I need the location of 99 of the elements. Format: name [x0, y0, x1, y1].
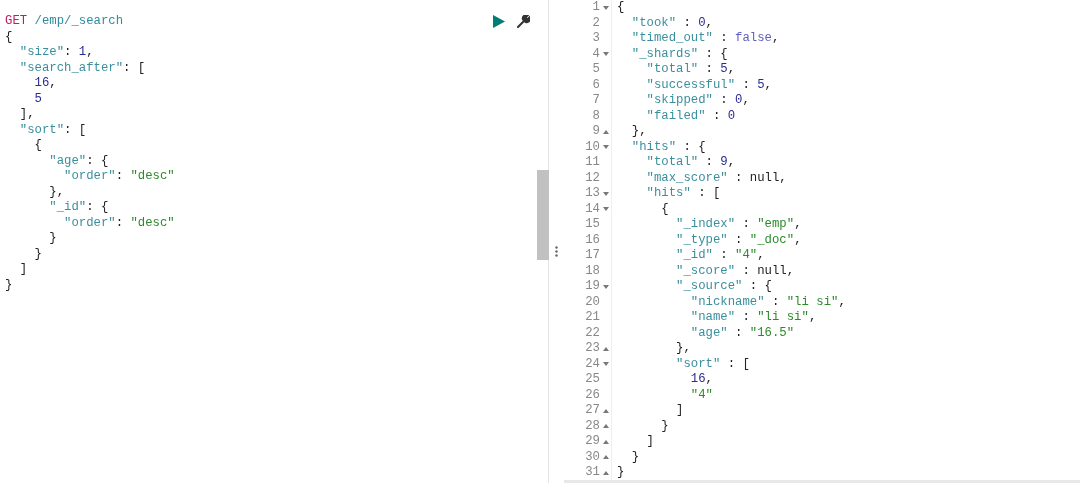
code-line: "sort" : [: [675, 356, 751, 372]
fold-up-icon[interactable]: [603, 455, 609, 460]
line-number: 20: [585, 294, 600, 310]
line-number: 16: [585, 232, 600, 248]
line-number: 4: [592, 46, 600, 62]
code-line: }: [48, 231, 58, 247]
code-line: "_type" : "_doc",: [675, 232, 803, 248]
line-number: 11: [585, 155, 600, 171]
line-number: 10: [585, 139, 600, 155]
fold-up-icon[interactable]: [603, 470, 609, 475]
line-number: 22: [585, 325, 600, 341]
code-line: "took" : 0,: [630, 15, 714, 31]
code-line: "_score" : null,: [675, 263, 796, 279]
code-line: "successful" : 5,: [645, 77, 773, 93]
fold-down-icon[interactable]: [603, 52, 609, 57]
code-line: "age": {: [48, 153, 110, 169]
fold-down-icon[interactable]: [603, 207, 609, 212]
line-number: 18: [585, 263, 600, 279]
line-number: 28: [585, 418, 600, 434]
request-line: GET /emp/_search: [5, 14, 124, 30]
line-number: 5: [592, 62, 600, 78]
code-line: 16,: [689, 372, 714, 388]
line-number: 24: [585, 356, 600, 372]
code-line: "_source" : {: [675, 279, 773, 295]
code-line: "order": "desc": [63, 169, 176, 185]
fold-down-icon[interactable]: [603, 284, 609, 289]
line-number: 3: [592, 31, 600, 47]
code-line: "nickname" : "li si",: [689, 294, 846, 310]
line-number: 26: [585, 387, 600, 403]
request-editor[interactable]: GET /emp/_search { "size": 1, "search_after": [ 16, 5 ], "sort": [ { "age": { "order": "desc" }, "_id": { "order": "desc" } } ] }: [0, 0, 549, 483]
line-number: 29: [585, 434, 600, 450]
line-number: 19: [585, 279, 600, 295]
code-line: "timed_out" : false,: [630, 31, 781, 47]
code-line: "name" : "li si",: [689, 310, 818, 326]
code-line: 16,: [33, 76, 58, 92]
code-line: "sort": [: [18, 122, 88, 138]
code-line: "hits" : [: [645, 186, 722, 202]
code-line: },: [675, 341, 692, 357]
code-line: "order": "desc": [63, 215, 176, 231]
code-line: "age" : "16.5": [689, 325, 796, 341]
line-number: 8: [592, 108, 600, 124]
code-line: "skipped" : 0,: [645, 93, 751, 109]
code-line: "size": 1,: [18, 45, 95, 61]
line-number: 23: [585, 341, 600, 357]
line-number: 6: [592, 77, 600, 93]
fold-up-icon[interactable]: [603, 129, 609, 134]
line-number: 21: [585, 310, 600, 326]
scrollbar-thumb[interactable]: [537, 170, 549, 260]
play-icon[interactable]: [493, 15, 505, 29]
code-line: "failed" : 0: [645, 108, 737, 124]
code-line: }: [33, 246, 43, 262]
wrench-icon[interactable]: [517, 15, 530, 29]
code-line: "_shards" : {: [630, 46, 729, 62]
code-line: "total" : 5,: [645, 62, 737, 78]
line-number: 14: [585, 201, 600, 217]
code-line: "_index" : "emp",: [675, 217, 803, 233]
fold-down-icon[interactable]: [603, 191, 609, 196]
code-line: }: [617, 465, 626, 481]
code-line: {: [5, 29, 14, 45]
line-number: 7: [592, 93, 600, 109]
line-number: 1: [592, 0, 600, 16]
resize-handle-icon[interactable]: [555, 246, 558, 257]
code-line: ]: [675, 403, 685, 419]
code-line: {: [33, 138, 43, 154]
code-line: "4": [689, 387, 714, 403]
line-number: 27: [585, 403, 600, 419]
fold-up-icon[interactable]: [603, 346, 609, 351]
line-number: 15: [585, 217, 600, 233]
line-number: 31: [585, 465, 600, 481]
code-line: 5: [33, 91, 43, 107]
fold-down-icon[interactable]: [603, 145, 609, 150]
code-line: {: [660, 201, 670, 217]
fold-down-icon[interactable]: [603, 362, 609, 367]
line-number: 13: [585, 186, 600, 202]
code-line: "total" : 9,: [645, 155, 737, 171]
code-line: "_id" : "4",: [675, 248, 766, 264]
code-line: },: [48, 184, 66, 200]
line-number: 17: [585, 248, 600, 264]
code-line: }: [660, 418, 670, 434]
code-line: ]: [18, 262, 29, 278]
code-line: "hits" : {: [630, 139, 707, 155]
code-line: "search_after": [: [18, 60, 147, 76]
line-number: 30: [585, 449, 600, 465]
code-line: {: [617, 0, 626, 16]
line-number: 25: [585, 372, 600, 388]
line-number: 12: [585, 170, 600, 186]
code-line: },: [630, 124, 648, 140]
fold-up-icon[interactable]: [603, 408, 609, 413]
fold-up-icon[interactable]: [603, 439, 609, 444]
fold-up-icon[interactable]: [603, 424, 609, 429]
code-line: "max_score" : null,: [645, 170, 788, 186]
code-line: "_id": {: [48, 200, 110, 216]
code-line: }: [5, 277, 14, 293]
code-line: }: [630, 449, 641, 465]
line-number: 9: [592, 124, 600, 140]
code-line: ]: [645, 434, 655, 450]
fold-down-icon[interactable]: [603, 5, 609, 10]
code-line: ],: [18, 107, 36, 123]
line-number: 2: [592, 15, 600, 31]
